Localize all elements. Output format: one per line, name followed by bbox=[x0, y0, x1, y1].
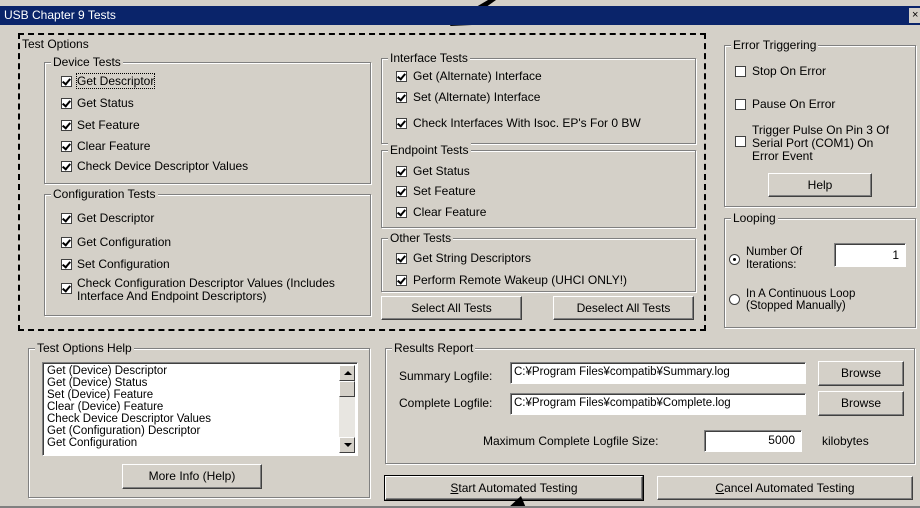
help-list-item[interactable]: Get Configuration bbox=[47, 437, 137, 449]
help-list-item[interactable]: Get (Device) Status bbox=[47, 377, 147, 389]
stop-on-error-checkbox[interactable] bbox=[735, 66, 746, 77]
device-clear-feature-label[interactable]: Clear Feature bbox=[77, 139, 150, 153]
device-set-feature-label[interactable]: Set Feature bbox=[77, 118, 140, 132]
complete-logfile-input[interactable]: C:¥Program Files¥compatib¥Complete.log bbox=[510, 393, 806, 415]
start-label: tart Automated Testing bbox=[458, 481, 578, 495]
device-set-feature-checkbox[interactable] bbox=[61, 120, 72, 131]
help-list-item[interactable]: Check Device Descriptor Values bbox=[47, 413, 211, 425]
endpoint-set-feature-checkbox[interactable] bbox=[396, 186, 407, 197]
endpoint-clear-feature-checkbox[interactable] bbox=[396, 207, 407, 218]
cancel-automated-testing-button[interactable]: Cancel Automated Testing bbox=[657, 476, 913, 500]
summary-logfile-label: Summary Logfile: bbox=[399, 369, 493, 383]
complete-logfile-label: Complete Logfile: bbox=[399, 396, 493, 410]
device-check-descriptor-checkbox[interactable] bbox=[61, 161, 72, 172]
device-get-descriptor-checkbox[interactable] bbox=[61, 76, 72, 87]
device-get-status-label[interactable]: Get Status bbox=[77, 96, 134, 110]
looping-label: Looping bbox=[731, 211, 778, 225]
test-options-help-label: Test Options Help bbox=[35, 341, 134, 355]
scroll-down-button[interactable] bbox=[339, 437, 355, 453]
endpoint-get-status-label[interactable]: Get Status bbox=[413, 164, 470, 178]
close-icon[interactable]: × bbox=[909, 8, 920, 23]
continuous-loop-radio[interactable] bbox=[729, 294, 740, 305]
interface-get-alternate-label[interactable]: Get (Alternate) Interface bbox=[413, 69, 542, 83]
device-get-status-checkbox[interactable] bbox=[61, 98, 72, 109]
interface-check-isoc-label[interactable]: Check Interfaces With Isoc. EP's For 0 B… bbox=[413, 116, 641, 130]
scroll-thumb[interactable] bbox=[339, 381, 355, 397]
summary-logfile-input[interactable]: C:¥Program Files¥compatib¥Summary.log bbox=[510, 362, 806, 384]
interface-set-alternate-label[interactable]: Set (Alternate) Interface bbox=[413, 90, 540, 104]
config-get-descriptor-label[interactable]: Get Descriptor bbox=[77, 211, 154, 225]
config-get-configuration-checkbox[interactable] bbox=[61, 237, 72, 248]
title-bar: USB Chapter 9 Tests × bbox=[0, 6, 920, 25]
error-help-button[interactable]: Help bbox=[768, 173, 872, 197]
trigger-pulse-checkbox[interactable] bbox=[735, 136, 746, 147]
endpoint-set-feature-label[interactable]: Set Feature bbox=[413, 184, 476, 198]
config-check-descriptor-label-line1[interactable]: Check Configuration Descriptor Values (I… bbox=[77, 276, 335, 290]
max-logfile-size-input[interactable]: 5000 bbox=[704, 430, 802, 452]
help-list-item[interactable]: Clear (Device) Feature bbox=[47, 401, 163, 413]
other-string-descriptors-checkbox[interactable] bbox=[396, 253, 407, 264]
other-string-descriptors-label[interactable]: Get String Descriptors bbox=[413, 251, 531, 265]
pause-on-error-checkbox[interactable] bbox=[735, 99, 746, 110]
interface-set-alternate-checkbox[interactable] bbox=[396, 92, 407, 103]
configuration-tests-label: Configuration Tests bbox=[51, 187, 158, 201]
results-report-label: Results Report bbox=[392, 341, 476, 355]
trigger-pulse-label-line1[interactable]: Trigger Pulse On Pin 3 Of bbox=[752, 123, 889, 137]
device-check-descriptor-label[interactable]: Check Device Descriptor Values bbox=[77, 159, 248, 173]
endpoint-tests-label: Endpoint Tests bbox=[388, 143, 471, 157]
interface-tests-label: Interface Tests bbox=[388, 51, 470, 65]
interface-get-alternate-checkbox[interactable] bbox=[396, 71, 407, 82]
config-set-configuration-label[interactable]: Set Configuration bbox=[77, 257, 170, 271]
test-options-label: Test Options bbox=[20, 37, 91, 51]
other-remote-wakeup-checkbox[interactable] bbox=[396, 275, 407, 286]
iterations-input[interactable]: 1 bbox=[834, 243, 906, 267]
interface-check-isoc-checkbox[interactable] bbox=[396, 118, 407, 129]
cancel-accelerator: C bbox=[715, 481, 725, 495]
chevron-down-icon bbox=[344, 443, 352, 447]
help-list-item[interactable]: Get (Device) Descriptor bbox=[47, 365, 167, 377]
dialog-window: USB Chapter 9 Tests × Test Options Devic… bbox=[0, 0, 920, 508]
more-info-help-button[interactable]: More Info (Help) bbox=[122, 464, 262, 489]
chevron-up-icon bbox=[344, 371, 352, 375]
iterations-radio[interactable] bbox=[729, 254, 740, 265]
endpoint-clear-feature-label[interactable]: Clear Feature bbox=[413, 205, 486, 219]
config-check-descriptor-checkbox[interactable] bbox=[61, 283, 72, 294]
config-check-descriptor-label-line2[interactable]: Interface And Endpoint Descriptors) bbox=[77, 289, 266, 303]
device-clear-feature-checkbox[interactable] bbox=[61, 141, 72, 152]
iterations-label-line2[interactable]: Iterations: bbox=[746, 258, 797, 272]
summary-browse-button[interactable]: Browse bbox=[818, 361, 904, 386]
help-list-item[interactable]: Set (Device) Feature bbox=[47, 389, 153, 401]
complete-browse-button[interactable]: Browse bbox=[818, 391, 904, 416]
config-get-descriptor-checkbox[interactable] bbox=[61, 213, 72, 224]
trigger-pulse-label-line2[interactable]: Serial Port (COM1) On bbox=[752, 136, 873, 150]
select-all-tests-button[interactable]: Select All Tests bbox=[381, 296, 522, 320]
config-set-configuration-checkbox[interactable] bbox=[61, 259, 72, 270]
other-remote-wakeup-label[interactable]: Perform Remote Wakeup (UHCI ONLY!) bbox=[413, 273, 627, 287]
continuous-loop-label-line2[interactable]: (Stopped Manually) bbox=[746, 299, 846, 313]
trigger-pulse-label-line3[interactable]: Error Event bbox=[752, 149, 813, 163]
pause-on-error-label[interactable]: Pause On Error bbox=[752, 97, 835, 111]
deselect-all-tests-button[interactable]: Deselect All Tests bbox=[553, 296, 694, 320]
iterations-label-line1[interactable]: Number Of bbox=[746, 245, 802, 259]
max-logfile-size-unit: kilobytes bbox=[822, 434, 869, 448]
help-list-item[interactable]: Get (Configuration) Descriptor bbox=[47, 425, 200, 437]
device-tests-label: Device Tests bbox=[51, 55, 123, 69]
other-tests-label: Other Tests bbox=[388, 231, 454, 245]
max-logfile-size-label: Maximum Complete Logfile Size: bbox=[483, 434, 659, 448]
config-get-configuration-label[interactable]: Get Configuration bbox=[77, 235, 171, 249]
endpoint-get-status-checkbox[interactable] bbox=[396, 166, 407, 177]
help-list-scrollbar[interactable] bbox=[339, 365, 355, 453]
device-get-descriptor-label[interactable]: Get Descriptor bbox=[75, 73, 156, 89]
scroll-up-button[interactable] bbox=[339, 365, 355, 381]
error-triggering-label: Error Triggering bbox=[731, 38, 819, 52]
test-options-help-list[interactable]: Get (Device) Descriptor Get (Device) Sta… bbox=[42, 362, 358, 456]
stop-on-error-label[interactable]: Stop On Error bbox=[752, 64, 826, 78]
cancel-label: ancel Automated Testing bbox=[724, 481, 855, 495]
window-title: USB Chapter 9 Tests bbox=[4, 8, 116, 22]
